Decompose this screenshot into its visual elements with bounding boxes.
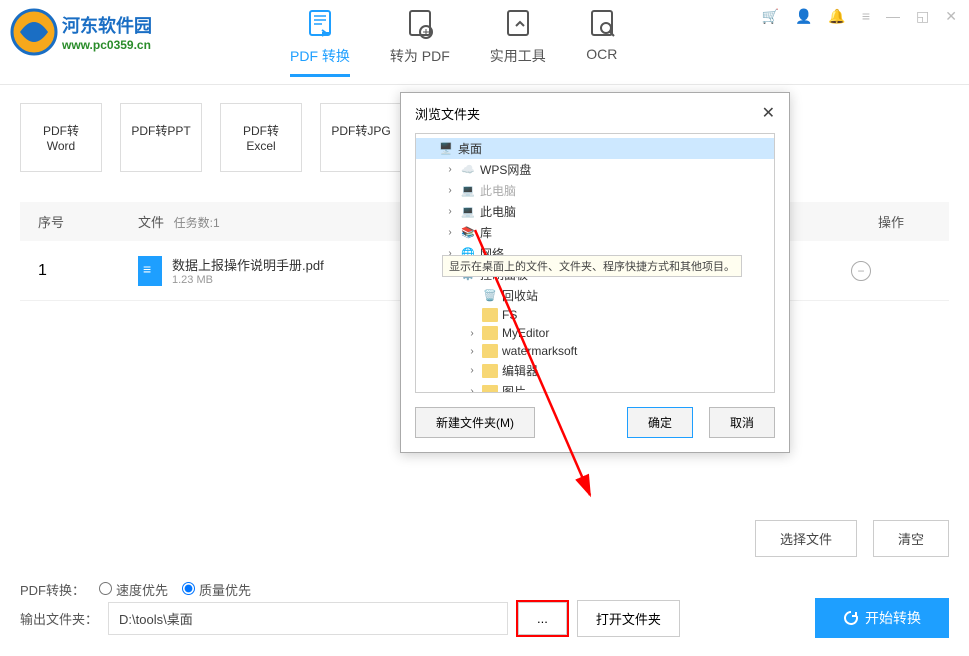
conversion-mode: PDF转换： 速度优先 质量优先 (20, 580, 251, 599)
document-arrow-icon (404, 8, 436, 40)
menu-icon[interactable]: ≡ (862, 8, 870, 25)
file-name: 数据上报操作说明手册.pdf (172, 255, 324, 274)
tree-item[interactable]: 🖥️桌面 (416, 138, 774, 159)
speed-radio[interactable]: 速度优先 (99, 580, 168, 599)
tree-item[interactable]: ›📚库 (416, 222, 774, 243)
row-index: 1 (38, 262, 138, 280)
maximize-icon[interactable]: ◱ (916, 8, 929, 25)
bell-icon[interactable]: 🔔 (828, 8, 845, 25)
tree-item[interactable]: ›编辑器 (416, 360, 774, 381)
subtab-pdf-jpg[interactable]: PDF转JPG (320, 103, 402, 172)
subtab-pdf-ppt[interactable]: PDF转PPT (120, 103, 202, 172)
action-buttons: 选择文件 清空 (755, 520, 949, 557)
tree-item[interactable]: FS (416, 306, 774, 324)
remove-file-button[interactable]: − (851, 261, 871, 281)
refresh-icon (843, 610, 859, 626)
subtab-pdf-excel[interactable]: PDF转Excel (220, 103, 302, 172)
logo-url: www.pc0359.cn (62, 38, 152, 52)
pdf-file-icon (138, 256, 162, 286)
tab-to-pdf[interactable]: 转为 PDF (390, 8, 450, 77)
dialog-close-button[interactable]: ✕ (762, 103, 775, 123)
tree-item[interactable]: ›watermarksoft (416, 342, 774, 360)
close-icon[interactable]: ✕ (945, 8, 957, 25)
output-path-input[interactable] (108, 602, 508, 635)
output-label: 输出文件夹： (20, 609, 98, 628)
cancel-button[interactable]: 取消 (709, 407, 775, 438)
output-row: 输出文件夹： ... 打开文件夹 开始转换 (20, 598, 949, 638)
logo-title: 河东软件园 (62, 12, 152, 38)
user-icon[interactable]: 👤 (795, 8, 812, 25)
tree-item[interactable]: ›💻此电脑 (416, 201, 774, 222)
main-tabs: PDF 转换 转为 PDF 实用工具 OCR (290, 8, 618, 77)
new-folder-button[interactable]: 新建文件夹(M) (415, 407, 535, 438)
mode-label: PDF转换： (20, 580, 85, 599)
tree-item[interactable]: 🗑️回收站 (416, 285, 774, 306)
dialog-title: 浏览文件夹 (415, 104, 480, 123)
start-convert-button[interactable]: 开始转换 (815, 598, 949, 638)
app-header: 河东软件园 www.pc0359.cn PDF 转换 转为 PDF 实用工具 O… (0, 0, 969, 85)
tab-tools[interactable]: 实用工具 (490, 8, 546, 77)
document-hand-icon (502, 8, 534, 40)
app-logo-icon (10, 8, 58, 56)
file-size: 1.23 MB (172, 274, 324, 286)
tree-tooltip: 显示在桌面上的文件、文件夹、程序快捷方式和其他项目。 (442, 255, 742, 277)
quality-radio[interactable]: 质量优先 (182, 580, 251, 599)
window-controls: 🛒 👤 🔔 ≡ — ◱ ✕ (762, 8, 957, 25)
tree-item[interactable]: ›☁️WPS网盘 (416, 159, 774, 180)
tab-pdf-convert[interactable]: PDF 转换 (290, 8, 350, 77)
logo-area: 河东软件园 www.pc0359.cn (10, 8, 210, 56)
cart-icon[interactable]: 🛒 (762, 8, 779, 25)
ok-button[interactable]: 确定 (627, 407, 693, 438)
select-file-button[interactable]: 选择文件 (755, 520, 857, 557)
tree-item[interactable]: ›MyEditor (416, 324, 774, 342)
browse-button[interactable]: ... (518, 602, 567, 635)
col-operation: 操作 (851, 212, 931, 231)
minimize-icon[interactable]: — (886, 8, 900, 25)
subtab-pdf-word[interactable]: PDF转Word (20, 103, 102, 172)
document-convert-icon (304, 8, 336, 40)
col-index: 序号 (38, 212, 138, 231)
tree-item[interactable]: ›💻此电脑 (416, 180, 774, 201)
open-folder-button[interactable]: 打开文件夹 (577, 600, 680, 637)
tree-item[interactable]: ›图片 (416, 381, 774, 393)
tab-ocr[interactable]: OCR (586, 8, 618, 77)
clear-button[interactable]: 清空 (873, 520, 949, 557)
document-search-icon (586, 8, 618, 40)
